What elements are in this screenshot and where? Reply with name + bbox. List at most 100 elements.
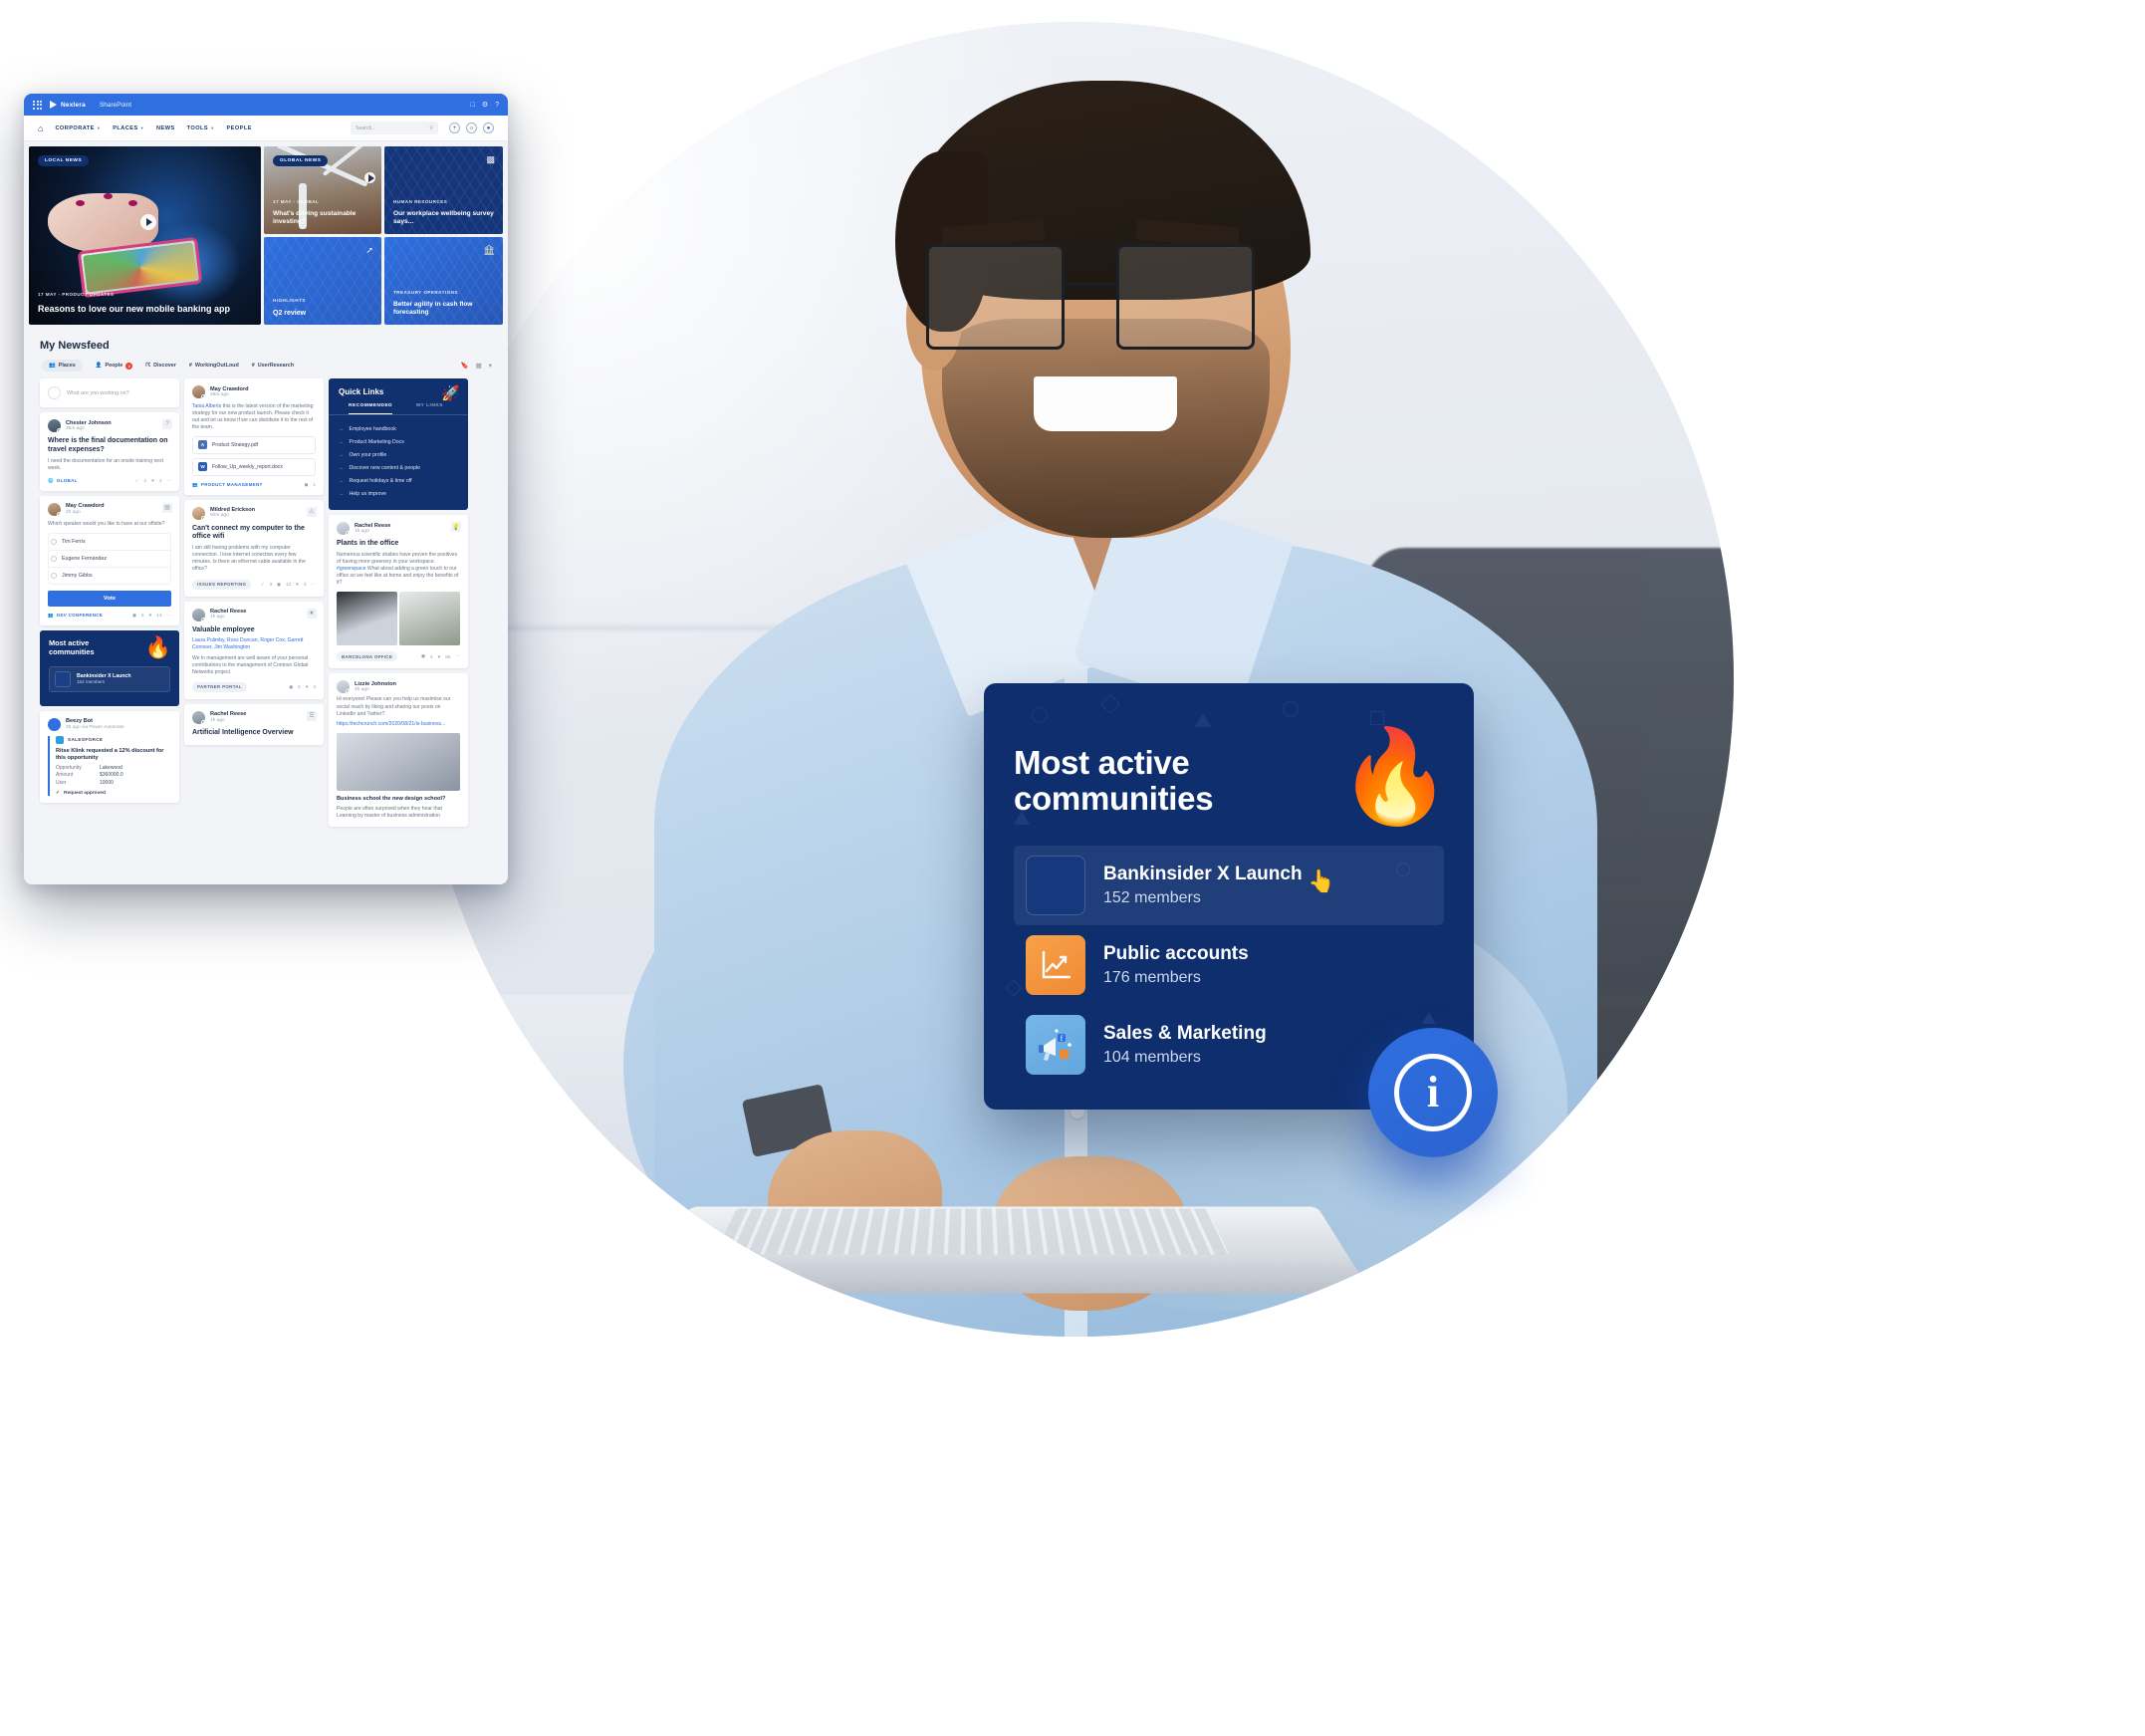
community-row-bankinsider[interactable]: Bankinsider X Launch 152 members 👆 [1014,846,1444,926]
post-lizzie-johnston[interactable]: Lizzie Johnston 4h ago Hi everyone! Plea… [329,673,468,828]
post-link[interactable]: https://techcrunch.com/2020/08/21/is-bus… [337,721,460,728]
attachment-item[interactable]: W Follow_Up_weekly_report.docx [192,457,316,476]
brand-logo[interactable]: Nexlera [50,101,86,109]
nav-item-news[interactable]: NEWS [156,125,175,131]
nav-item-people[interactable]: PEOPLE [226,125,251,131]
post-tag[interactable]: 👥 PRODUCT MANAGEMENT [192,482,263,488]
community-row[interactable]: Bankinsider X Launch 152 members [49,665,170,692]
minimize-icon[interactable]: □ [471,102,475,109]
poll-option[interactable]: Jimmy Gibbs [49,568,170,584]
post-beezy-bot[interactable]: Beezy Bot 3h ago via Power Automate SALE… [40,710,179,803]
nav-item-places[interactable]: PLACES ▼ [113,125,144,131]
help-icon[interactable]: ? [495,102,499,109]
search-icon[interactable]: ⚲ [429,125,433,131]
calendar-icon[interactable]: ▦ [476,362,482,370]
filter-userresearch[interactable]: # UserResearch [252,363,294,369]
bookmark-icon[interactable]: 🔖 [460,362,468,370]
heart-icon[interactable]: ♥ [306,684,309,689]
play-icon[interactable] [364,172,375,183]
heart-icon[interactable]: ♥ [149,613,152,618]
more-icon[interactable]: ⋯ [455,653,460,659]
news-card-treasury[interactable]: 🏦 TREASURY OPERATIONS Better agility in … [384,237,503,325]
newsfeed-header: My Newsfeed 👥 Places 👤 People 2 ☈ Discov… [24,330,508,372]
news-card-hr[interactable]: ▩ HUMAN RESOURCES Our workplace wellbein… [384,146,503,234]
news-card-q2[interactable]: ➚ HIGHLIGHTS Q2 review [264,237,381,325]
comment-icon[interactable]: ◼ [305,482,309,488]
filter-workingoutloud[interactable]: # WorkingOutLoud [189,363,239,369]
composer-placeholder: What are you working on? [67,389,129,396]
info-button[interactable]: i [1368,1028,1498,1157]
heart-icon[interactable]: ♥ [151,478,154,483]
post-tag[interactable]: BARCELONA OFFICE [337,651,398,662]
community-row-public-accounts[interactable]: Public accounts 176 members [1014,925,1444,1005]
tab-my-links[interactable]: MY LINKS [416,403,443,414]
post-hashtag[interactable]: #greenspace [337,566,365,572]
avatar [192,385,205,398]
comment-icon[interactable]: ◼ [289,684,293,690]
attachment-item[interactable]: A Product Strategy.pdf [192,435,316,454]
play-icon[interactable] [139,214,156,231]
post-image-gallery[interactable] [337,592,460,646]
filter-discover[interactable]: ☈ Discover [145,363,176,369]
post-mentions[interactable]: Laura Pulimby, Ross Duncan, Roger Cox, G… [192,637,316,651]
post-tag[interactable]: 👥 DEV CONFERENCE [48,613,103,619]
post-chester-johnson[interactable]: ? Chester Johnson 35m ago Where is the f… [40,412,179,491]
bell-icon[interactable]: ☼ [466,123,477,133]
news-card-global[interactable]: GLOBAL NEWS 17 MAY - GLOBAL What's drivi… [264,146,381,234]
badge-global-news: GLOBAL NEWS [273,155,329,166]
tab-recommended[interactable]: RECOMMENDED [349,403,393,414]
app-launcher-icon[interactable] [33,100,42,110]
quick-link-help-us-improve[interactable]: → Help us improve [339,487,458,500]
filter-icon[interactable]: ▾ [489,362,492,370]
quick-link-own-your-profile[interactable]: → Own your profile [339,448,458,461]
comment-icon[interactable]: ◼ [421,653,425,659]
main-nav: ⌂ CORPORATE ▼ PLACES ▼ NEWS TOOLS ▼ PEOP… [24,116,508,141]
post-title: Can't connect my computer to the office … [192,524,305,541]
comment-icon[interactable]: ◼ [277,582,281,588]
post-tag[interactable]: PARTNER PORTAL [192,681,248,692]
quick-link-product-marketing-docs[interactable]: → Product Marketing Docs [339,435,458,448]
post-poll-may-crawdord[interactable]: ▤ May Crawdord 2h ago Which speaker woul… [40,495,179,625]
more-icon[interactable]: ⋯ [166,613,171,619]
quick-link-employee-handbook[interactable]: → Employee handbook [339,422,458,435]
poll-question: Which speaker would you like to have at … [48,520,165,527]
field-label: Opportunity [56,765,82,772]
post-tag[interactable]: 🌐 GLOBAL [48,478,78,484]
avatar [48,386,61,399]
filter-people[interactable]: 👤 People 2 [96,362,133,370]
post-time: 1h ago [210,615,225,620]
nav-item-corporate[interactable]: CORPORATE ▼ [55,125,101,131]
post-rachel-plants[interactable]: 💡 Rachel Reese 1h ago Plants in the offi… [329,515,468,669]
filter-places[interactable]: 👥 Places [42,360,83,372]
account-icon[interactable]: ● [483,123,494,133]
post-mildred-erickson[interactable]: ⚠ Mildred Erickson 50m ago Can't connect… [184,499,324,597]
post-mention[interactable]: Tania Alberts [192,403,221,409]
post-rachel-ai-overview[interactable]: ☰ Rachel Reese 1h ago Artificial Intelli… [184,703,324,745]
poll-option[interactable]: Eugene Fernández [49,551,170,568]
newsfeed-columns: What are you working on? ? Chester Johns… [24,372,508,828]
poll-option[interactable]: Tim Ferris [49,534,170,551]
more-icon[interactable]: ⋯ [166,478,171,484]
news-hr-category: HUMAN RESOURCES [393,199,448,204]
home-icon[interactable]: ⌂ [38,124,43,133]
news-card-local[interactable]: LOCAL NEWS 17 MAY - PRODUCT UPDATES Reas… [29,146,261,325]
heart-icon[interactable]: ♥ [438,654,441,659]
answer-count: 2 [143,478,147,484]
heart-icon[interactable]: ♥ [296,582,299,587]
post-composer[interactable]: What are you working on? [40,378,179,407]
post-title: Where is the final documentation on trav… [48,437,168,453]
gear-icon[interactable]: ⚙ [482,101,488,109]
quick-link-request-holidays[interactable]: → Request holidays & time off [339,474,458,487]
more-icon[interactable]: ⋯ [311,582,316,588]
post-tag[interactable]: ISSUES REPORTING [192,579,252,590]
post-author: Chester Johnson [66,419,112,426]
vote-button[interactable]: Vote [48,590,171,607]
post-may-share[interactable]: May Crawdord 49m ago Tania Alberts this … [184,378,324,495]
search-input[interactable]: Search.. ⚲ [351,122,438,134]
nav-item-tools[interactable]: TOOLS ▼ [187,125,215,131]
plus-icon[interactable]: + [449,123,460,133]
quick-link-discover-new-content[interactable]: → Discover new content & people [339,461,458,474]
comment-icon[interactable]: ◼ [132,613,136,619]
avatar [192,506,205,520]
post-rachel-valuable-employee[interactable]: ★ Rachel Reese 1h ago Valuable employee … [184,601,324,699]
